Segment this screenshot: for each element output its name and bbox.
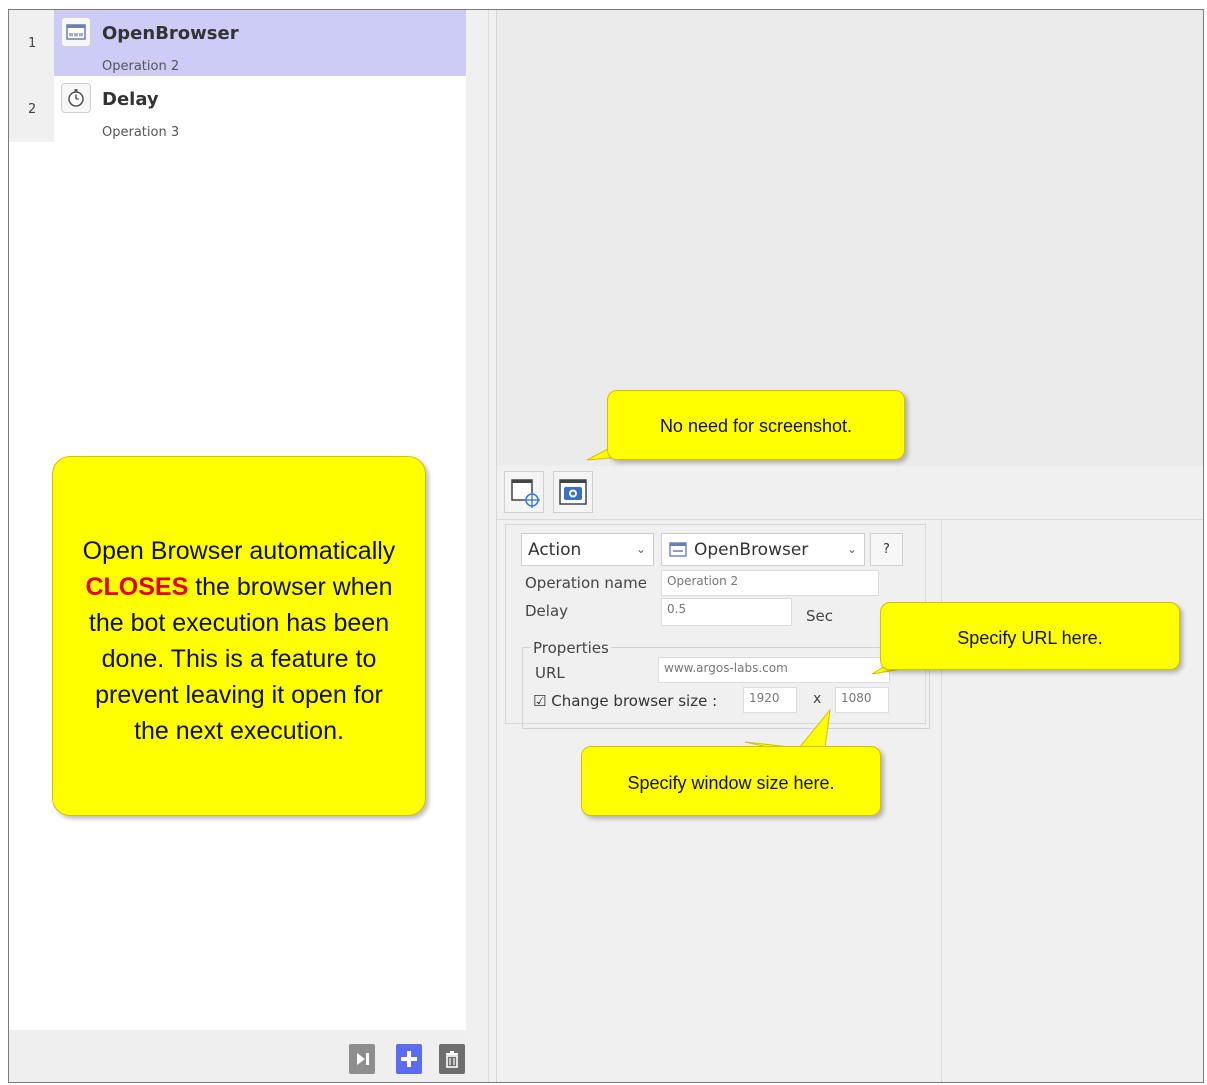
browser-www-icon: www [61,17,91,47]
size-separator: x [813,691,822,707]
operation-row[interactable]: 1 www OpenBrowser Operation 2 [9,10,466,76]
type-select[interactable]: Action ⌄ [521,533,654,566]
step-next-icon [357,1053,369,1065]
operation-name-field[interactable]: Operation 2 [661,570,879,596]
list-toolbar [9,1030,466,1082]
screenshot-button[interactable] [553,471,593,513]
operation-title: OpenBrowser [102,23,239,44]
add-icon [401,1051,417,1067]
operation-title: Delay [102,89,159,110]
callout-line: CLOSES the browser when [85,573,393,601]
callout-line: prevent leaving it open for [95,681,383,709]
chevron-down-icon: ⌄ [846,542,857,556]
callout-url: Specify URL here. [880,602,1180,670]
callout-line: Open Browser automatically [82,537,396,565]
checkbox-checked-icon: ☑ [533,692,547,710]
panel-splitter[interactable] [466,10,497,1082]
operation-row[interactable]: 2 Delay Operation 3 [9,76,466,142]
width-field[interactable]: 1920 [743,687,797,713]
delete-button[interactable] [439,1044,465,1074]
plugin-select[interactable]: OpenBrowser ⌄ [661,533,865,566]
add-button[interactable] [396,1044,422,1074]
operation-item-delay[interactable]: Delay Operation 3 [54,76,466,142]
callout-line: the bot execution has been [88,609,390,637]
properties-form: Action ⌄ OpenBrowser ⌄ ? Operation name … [505,524,930,729]
browser-www-icon [669,542,687,557]
operation-item-openbrowser[interactable]: www OpenBrowser Operation 2 [54,10,466,76]
change-size-checkbox[interactable]: ☑ Change browser size : [533,692,717,710]
operation-name-label: Operation name [525,574,647,592]
chevron-down-icon: ⌄ [635,542,646,556]
capture-window-button[interactable] [504,471,544,513]
url-label: URL [535,664,565,682]
stopwatch-icon [61,83,91,113]
delay-field[interactable]: 0.5 [661,598,792,626]
operation-index: 1 [9,10,54,76]
operation-subtitle: Operation 2 [102,59,180,74]
step-next-button[interactable] [349,1044,375,1074]
callout-line: the next execution. [134,717,344,745]
trash-icon [446,1051,458,1068]
callout-window-size: Specify window size here. [581,746,881,816]
callout-line: done. This is a feature to [101,645,377,673]
height-field[interactable]: 1080 [835,687,889,713]
operation-subtitle: Operation 3 [102,125,180,140]
url-field[interactable]: www.argos-labs.com [658,657,890,683]
callout-screenshot: No need for screenshot. [607,390,905,460]
delay-label: Delay [525,602,569,620]
svg-text:www: www [69,32,84,39]
screenshot-camera-icon [559,479,587,505]
delay-unit: Sec [806,607,833,625]
help-button[interactable]: ? [870,533,903,566]
operation-index: 2 [9,76,54,142]
properties-group-title: Properties [531,639,611,657]
callout-emphasis: CLOSES [85,573,189,601]
callout-auto-close: Open Browser automatically CLOSES the br… [52,456,426,816]
capture-window-icon [511,479,540,508]
